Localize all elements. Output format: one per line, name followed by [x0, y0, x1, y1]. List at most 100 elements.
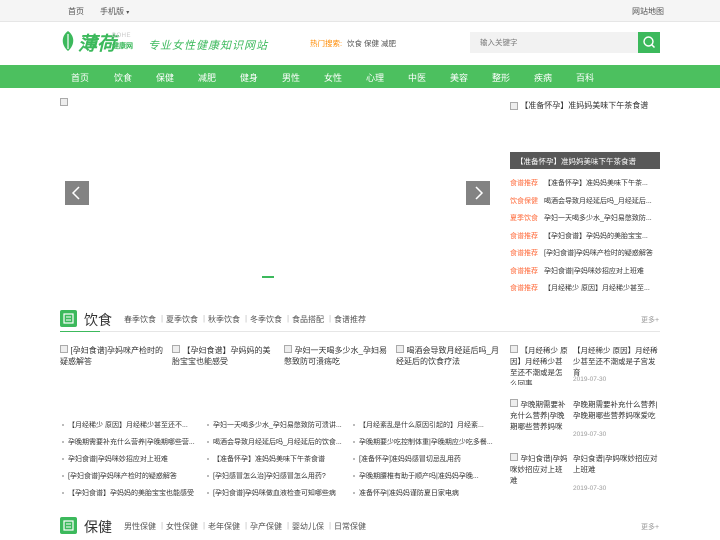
list-item[interactable]: 食谱推荐 【月经稀少 原因】月经稀少甚至...: [510, 283, 660, 297]
section-sub-link[interactable]: 婴幼儿保: [292, 521, 324, 532]
nav-item-beauty[interactable]: 美容: [441, 71, 477, 84]
article-thumb-title[interactable]: 孕妇食谱|孕妈咪妙招应对上班难: [573, 453, 661, 475]
bullet: [353, 424, 355, 426]
section-sub-link[interactable]: 夏季饮食: [166, 314, 198, 325]
logo-text[interactable]: 薄荷: [78, 29, 116, 56]
banner-prev-button[interactable]: [65, 181, 89, 205]
nav-item-weightloss[interactable]: 减肥: [189, 71, 225, 84]
article-link[interactable]: 【准备怀孕】准妈妈美味下午茶食谱: [213, 454, 349, 464]
article-image: [510, 399, 518, 407]
article-card[interactable]: 【孕妇食谱】孕妈妈的美胎宝宝也能感受: [172, 345, 276, 367]
nav-item-health[interactable]: 保健: [147, 71, 183, 84]
featured-headline-text: 【准备怀孕】准妈妈美味下午茶食谱: [520, 101, 649, 110]
banner-slider[interactable]: [60, 98, 492, 294]
article-link[interactable]: 【月经紊乱是什么原因引起的】月经紊...: [359, 420, 493, 430]
banner-indicator-active[interactable]: [262, 276, 274, 278]
article-thumb-alt: 【月经稀少 原因】月经稀少甚至还不潮或是怎么回事: [510, 346, 568, 385]
article-link[interactable]: 喝酒会导致月经延后吗_月经延后的饮食...: [213, 437, 349, 447]
nav-item-female[interactable]: 女性: [315, 71, 351, 84]
article-card[interactable]: [孕妇食谱]孕妈咪产检时的疑惑解答: [60, 345, 164, 367]
article-link[interactable]: 孕妇食谱|孕妈咪妙招应对上班难: [68, 454, 203, 464]
list-item[interactable]: 食谱推荐 孕妇食谱|孕妈咪妙招应对上班难: [510, 266, 660, 280]
list-item[interactable]: 食谱推荐 【孕妇食谱】孕妈妈的美胎宝宝...: [510, 231, 660, 245]
article-link[interactable]: 孕晚期需要补充什么营养|孕晚期哪些营...: [68, 437, 203, 447]
section-sub-link[interactable]: 食谱推荐: [334, 314, 366, 325]
article-link[interactable]: [孕妇食谱]孕妈咪做血液检查可知哪些病: [213, 488, 349, 498]
leaf-logo-icon[interactable]: [60, 30, 76, 52]
section-more-link[interactable]: 更多+: [641, 522, 659, 532]
section-title-care[interactable]: 保健: [84, 517, 112, 537]
section-sub-link[interactable]: 老年保健: [208, 521, 240, 532]
nav-item-tcm[interactable]: 中医: [399, 71, 435, 84]
banner-next-button[interactable]: [466, 181, 490, 205]
section-sub-link[interactable]: 孕产保健: [250, 521, 282, 532]
nav-item-fitness[interactable]: 健身: [231, 71, 267, 84]
article-thumb-title[interactable]: 孕晚期需要补充什么营养|孕晚期哪些营养妈咪爱吃: [573, 399, 661, 421]
bullet: [353, 441, 355, 443]
article-thumb-alt: 孕妇食谱|孕妈咪妙招应对上班难: [510, 454, 568, 485]
article-link[interactable]: [孕妇食谱]孕妈咪产检时的疑惑解答: [68, 471, 203, 481]
section-sub-link[interactable]: 日常保健: [334, 521, 366, 532]
hot-search-item[interactable]: 饮食: [347, 38, 362, 49]
article-link[interactable]: 孕晚期腰椎有助于顺产吗|准妈妈孕晚...: [359, 471, 493, 481]
list-item-text: 孕妇一天喝多少水_孕妇易憋致防...: [544, 215, 652, 222]
list-item-text: 【准备怀孕】准妈妈美味下午茶...: [544, 180, 648, 187]
section-more-link[interactable]: 更多+: [641, 315, 659, 325]
article-card[interactable]: 孕妇一天喝多少水_孕妇易憋致防可溃疡吃: [284, 345, 388, 367]
article-thumb[interactable]: 孕妇食谱|孕妈咪妙招应对上班难: [510, 453, 568, 489]
chevron-right-icon: [475, 186, 484, 200]
article-card-title: 喝酒会导致月经延后吗_月经延后的饮食疗法: [396, 346, 499, 366]
search-button[interactable]: [638, 32, 660, 53]
chevron-left-icon: [71, 186, 80, 200]
search-input[interactable]: [470, 32, 638, 53]
article-card[interactable]: 喝酒会导致月经延后吗_月经延后的饮食疗法: [396, 345, 500, 367]
article-thumb-title[interactable]: 【月经稀少 原因】月经稀少甚至还不潮或是子宫发育: [573, 345, 661, 378]
nav-item-male[interactable]: 男性: [273, 71, 309, 84]
section-sub-link[interactable]: 女性保健: [166, 521, 198, 532]
article-link[interactable]: 孕晚期要少吃控制体重|孕晚期应少吃多餐...: [359, 437, 493, 447]
section-sub-link[interactable]: 食品搭配: [292, 314, 324, 325]
featured-caption-bar[interactable]: 【准备怀孕】准妈妈美味下午茶食谱: [510, 152, 660, 169]
featured-headline[interactable]: 【准备怀孕】准妈妈美味下午茶食谱: [510, 100, 648, 111]
list-item[interactable]: 食谱推荐 【准备怀孕】准妈妈美味下午茶...: [510, 178, 660, 192]
article-thumb[interactable]: 【月经稀少 原因】月经稀少甚至还不潮或是怎么回事: [510, 345, 568, 385]
article-link[interactable]: 【月经稀少 原因】月经稀少甚至还不...: [68, 420, 203, 430]
article-card-title: 【孕妇食谱】孕妈妈的美胎宝宝也能感受: [172, 346, 271, 366]
list-item-text: 孕妇食谱|孕妈咪妙招应对上班难: [544, 268, 644, 275]
top-mobile-link[interactable]: 手机版 ▾: [100, 6, 129, 17]
section-sub-link[interactable]: 男性保健: [124, 521, 156, 532]
nav-item-home[interactable]: 首页: [62, 71, 98, 84]
nav-item-diet[interactable]: 饮食: [105, 71, 141, 84]
article-link[interactable]: [孕妇感冒怎么治]孕妇感冒怎么用药?: [213, 471, 349, 481]
nav-item-psychology[interactable]: 心理: [357, 71, 393, 84]
list-item[interactable]: 食谱推荐 [孕妇食谱]孕妈咪产检时的疑惑解答: [510, 248, 660, 262]
article-link[interactable]: 孕妇一天喝多少水_孕妇易憋致防可溃讲...: [213, 420, 349, 430]
separator: |: [245, 521, 248, 530]
hot-search-item[interactable]: 保健: [364, 38, 379, 49]
list-item[interactable]: 饮食保健 喝酒会导致月经延后吗_月经延后...: [510, 196, 660, 210]
separator: |: [161, 314, 164, 323]
nav-item-wiki[interactable]: 百科: [567, 71, 603, 84]
banner-image[interactable]: [60, 98, 68, 106]
bullet: [62, 475, 64, 477]
nav-item-plastic[interactable]: 整形: [483, 71, 519, 84]
list-item[interactable]: 夏季饮食 孕妇一天喝多少水_孕妇易憋致防...: [510, 213, 660, 227]
list-item-tag: 食谱推荐: [510, 285, 538, 292]
section-sub-link[interactable]: 秋季饮食: [208, 314, 240, 325]
top-home-link[interactable]: 首页: [68, 6, 84, 17]
sitemap-link[interactable]: 网站地图: [632, 6, 664, 17]
section-sub-link[interactable]: 冬季饮食: [250, 314, 282, 325]
top-mobile-label: 手机版: [100, 7, 124, 16]
article-link[interactable]: 【孕妇食谱】孕妈妈的美胎宝宝也能感受: [68, 488, 203, 498]
article-link[interactable]: [准备怀孕]准妈妈感冒切忌乱用药: [359, 454, 493, 464]
section-title-diet[interactable]: 饮食: [84, 310, 112, 330]
section-sub-link[interactable]: 春季饮食: [124, 314, 156, 325]
article-image: [510, 453, 518, 461]
separator: |: [287, 521, 290, 530]
article-link[interactable]: 准备怀孕|准妈妈谨防夏日家电病: [359, 488, 493, 498]
hot-search-item[interactable]: 减肥: [381, 38, 396, 49]
article-date: 2019-07-30: [573, 376, 607, 383]
article-thumb[interactable]: 孕晚期需要补充什么营养|孕晚期哪些营养妈咪: [510, 399, 568, 439]
bullet: [62, 424, 64, 426]
nav-item-disease[interactable]: 疾病: [525, 71, 561, 84]
